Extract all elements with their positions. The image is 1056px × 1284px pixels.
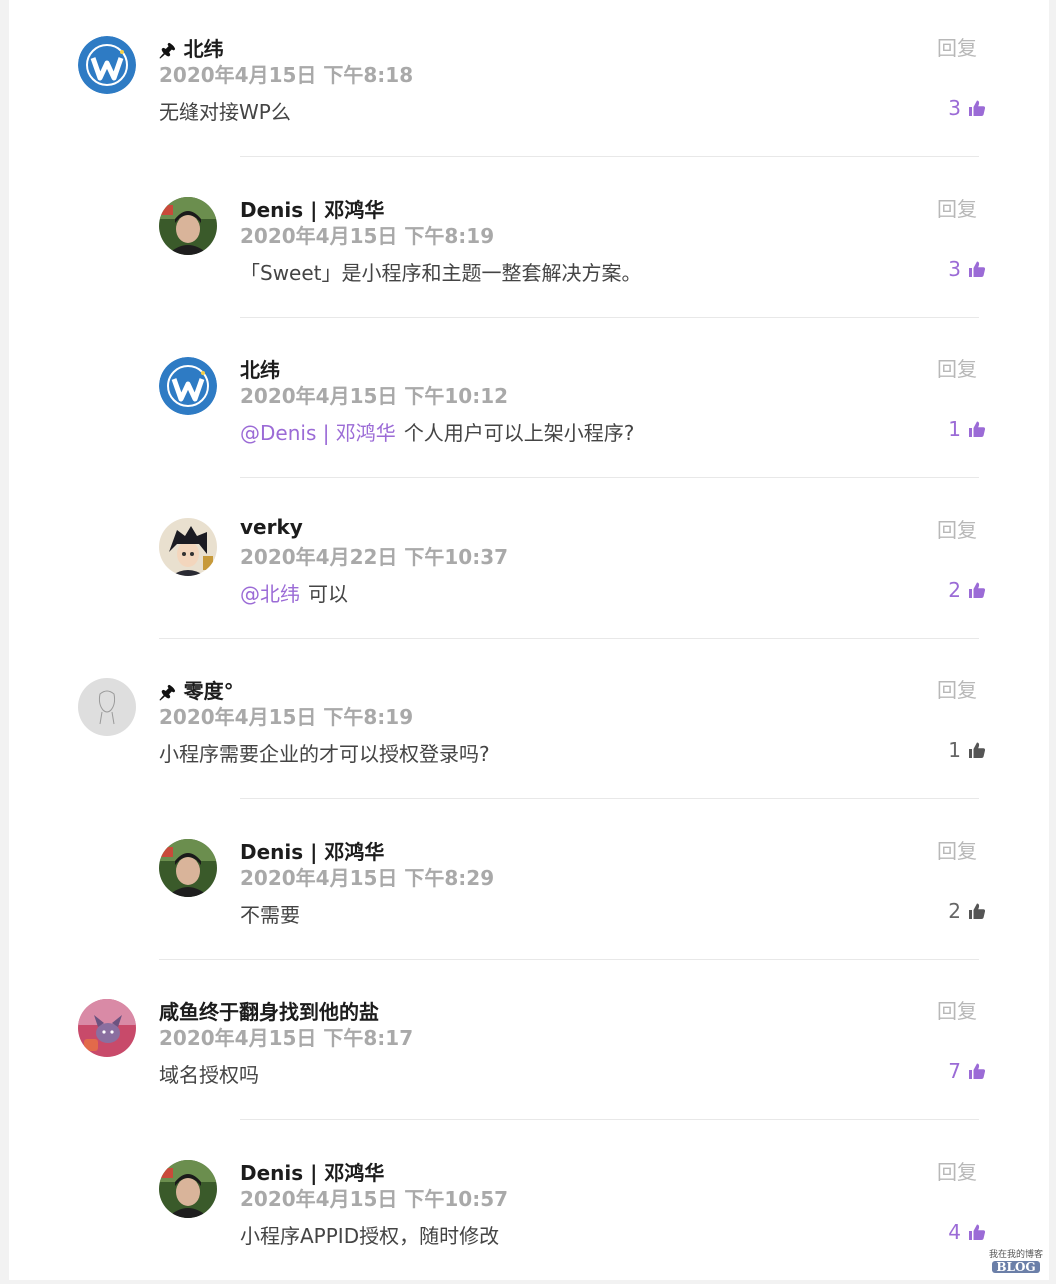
avatar[interactable] bbox=[78, 999, 136, 1057]
comment-body: 可以 bbox=[308, 581, 348, 606]
avatar[interactable] bbox=[78, 678, 136, 736]
like-count: 7 bbox=[948, 1059, 961, 1083]
thumbs-up-icon bbox=[967, 1222, 987, 1242]
comment-author[interactable]: 咸鱼终于翻身找到他的盐 bbox=[159, 996, 379, 1025]
comment-text: 「Sweet」是小程序和主题一整套解决方案。 bbox=[240, 257, 642, 286]
like-count: 3 bbox=[948, 256, 961, 281]
comment-item: Denis | 邓鸿华 2020年4月15日 下午8:29 不需要 回复 2 bbox=[9, 803, 1049, 963]
pin-icon: 🖈 bbox=[159, 682, 176, 703]
pin-icon: 🖈 bbox=[159, 40, 176, 61]
avatar[interactable] bbox=[159, 517, 217, 576]
comment-body: 小程序APPID授权，随时修改 bbox=[240, 1223, 500, 1248]
thumbs-up-icon bbox=[967, 98, 987, 118]
thumbs-up-icon bbox=[967, 901, 987, 921]
comment-date: 2020年4月15日 下午10:57 bbox=[240, 1186, 509, 1211]
comment-author[interactable]: Denis | 邓鸿华 bbox=[240, 1157, 384, 1186]
like-count: 1 bbox=[948, 417, 961, 441]
comment-list: 🖈 北纬 2020年4月15日 下午8:18 无缝对接WP么 回复 3 Denis | 邓鸿… bbox=[9, 0, 1049, 1280]
author-name[interactable]: Denis | 邓鸿华 bbox=[240, 198, 384, 222]
like-count: 2 bbox=[948, 577, 961, 602]
comment-date: 2020年4月15日 下午10:12 bbox=[240, 384, 509, 408]
mention-link[interactable]: @北纬 bbox=[240, 582, 300, 606]
thumbs-up-icon bbox=[967, 580, 987, 600]
avatar[interactable] bbox=[159, 196, 217, 255]
comment-item: Denis | 邓鸿华 2020年4月15日 下午8:19 「Sweet」是小程序和… bbox=[9, 161, 1049, 321]
thumbs-up-icon bbox=[967, 419, 987, 439]
reply-button[interactable]: 回复 bbox=[937, 835, 977, 864]
like-button[interactable]: 4 bbox=[948, 1220, 987, 1244]
reply-button[interactable]: 回复 bbox=[937, 514, 977, 543]
avatar[interactable] bbox=[159, 357, 217, 415]
comment-date: 2020年4月15日 下午8:29 bbox=[240, 865, 495, 890]
reply-button[interactable]: 回复 bbox=[937, 353, 977, 382]
like-button[interactable]: 3 bbox=[948, 257, 987, 281]
author-name[interactable]: 北纬 bbox=[184, 37, 224, 61]
comment-text: @Denis | 邓鸿华 个人用户可以上架小程序? bbox=[240, 417, 634, 446]
author-name[interactable]: 零度° bbox=[184, 679, 234, 703]
comment-author[interactable]: Denis | 邓鸿华 bbox=[240, 836, 384, 865]
comment-text: 小程序需要企业的才可以授权登录吗? bbox=[159, 738, 490, 767]
comment-item: 北纬 2020年4月15日 下午10:12 @Denis | 邓鸿华 个人用户可以上架… bbox=[9, 321, 1049, 481]
like-count: 4 bbox=[948, 1219, 961, 1244]
author-name[interactable]: Denis | 邓鸿华 bbox=[240, 1161, 384, 1185]
comment-item: 🖈 北纬 2020年4月15日 下午8:18 无缝对接WP么 回复 3 bbox=[9, 0, 1049, 160]
comment-author[interactable]: 北纬 bbox=[240, 354, 280, 383]
thumbs-up-icon bbox=[967, 259, 987, 279]
mention-link[interactable]: @Denis | 邓鸿华 bbox=[240, 421, 396, 445]
comment-body: 域名授权吗 bbox=[159, 1063, 259, 1087]
reply-button[interactable]: 回复 bbox=[937, 193, 977, 222]
divider bbox=[240, 316, 979, 318]
reply-button[interactable]: 回复 bbox=[937, 674, 977, 703]
like-button[interactable]: 7 bbox=[948, 1059, 987, 1083]
divider bbox=[159, 637, 979, 639]
reply-button[interactable]: 回复 bbox=[937, 995, 977, 1024]
comment-item: 咸鱼终于翻身找到他的盐 2020年4月15日 下午8:17 域名授权吗 回复 7 bbox=[9, 963, 1049, 1123]
comment-date: 2020年4月15日 下午8:18 bbox=[159, 63, 414, 87]
divider bbox=[159, 958, 979, 960]
comment-body: 个人用户可以上架小程序? bbox=[403, 421, 635, 445]
comment-date: 2020年4月22日 下午10:37 bbox=[240, 544, 509, 569]
watermark-logo: 我在我的博客 BLOG bbox=[988, 1250, 1043, 1274]
author-name[interactable]: 北纬 bbox=[240, 358, 280, 382]
like-button[interactable]: 1 bbox=[948, 738, 987, 762]
comment-author[interactable]: verky bbox=[240, 515, 303, 539]
like-button[interactable]: 3 bbox=[948, 96, 987, 120]
divider bbox=[240, 1119, 979, 1120]
avatar[interactable] bbox=[159, 1159, 217, 1218]
avatar[interactable] bbox=[78, 36, 136, 94]
like-button[interactable]: 2 bbox=[948, 899, 987, 923]
author-name[interactable]: 咸鱼终于翻身找到他的盐 bbox=[159, 1000, 379, 1024]
comment-date: 2020年4月15日 下午8:19 bbox=[240, 223, 495, 248]
reply-button[interactable]: 回复 bbox=[937, 32, 977, 61]
comment-body: 小程序需要企业的才可以授权登录吗? bbox=[159, 742, 490, 766]
comment-item: 🖈 零度° 2020年4月15日 下午8:19 小程序需要企业的才可以授权登录吗? 回复… bbox=[9, 642, 1049, 802]
comment-text: @北纬 可以 bbox=[240, 578, 348, 607]
like-button[interactable]: 1 bbox=[948, 417, 987, 441]
avatar[interactable] bbox=[159, 838, 217, 897]
comment-author[interactable]: Denis | 邓鸿华 bbox=[240, 194, 384, 223]
comment-body: 不需要 bbox=[240, 902, 300, 927]
comment-text: 不需要 bbox=[240, 899, 300, 928]
like-count: 1 bbox=[948, 738, 961, 762]
comment-date: 2020年4月15日 下午8:17 bbox=[159, 1026, 414, 1050]
like-count: 3 bbox=[948, 96, 961, 120]
reply-button[interactable]: 回复 bbox=[937, 1156, 977, 1185]
comment-text: 小程序APPID授权，随时修改 bbox=[240, 1220, 499, 1249]
comment-item: Denis | 邓鸿华 2020年4月15日 下午10:57 小程序APPID授权，… bbox=[9, 1124, 1049, 1284]
divider bbox=[240, 156, 979, 157]
divider bbox=[240, 477, 979, 478]
comment-text: 域名授权吗 bbox=[159, 1059, 259, 1088]
comment-text: 无缝对接WP么 bbox=[159, 96, 291, 125]
comment-date: 2020年4月15日 下午8:19 bbox=[159, 705, 414, 729]
author-name[interactable]: Denis | 邓鸿华 bbox=[240, 840, 384, 864]
author-name[interactable]: verky bbox=[240, 515, 303, 539]
thumbs-up-icon bbox=[967, 1061, 987, 1081]
like-count: 2 bbox=[948, 898, 961, 923]
comment-body: 「Sweet」是小程序和主题一整套解决方案。 bbox=[240, 260, 642, 285]
thumbs-up-icon bbox=[967, 740, 987, 760]
comment-body: 无缝对接WP么 bbox=[159, 100, 291, 124]
like-button[interactable]: 2 bbox=[948, 578, 987, 602]
divider bbox=[240, 798, 979, 799]
comment-item: verky 2020年4月22日 下午10:37 @北纬 可以 回复 2 bbox=[9, 482, 1049, 642]
